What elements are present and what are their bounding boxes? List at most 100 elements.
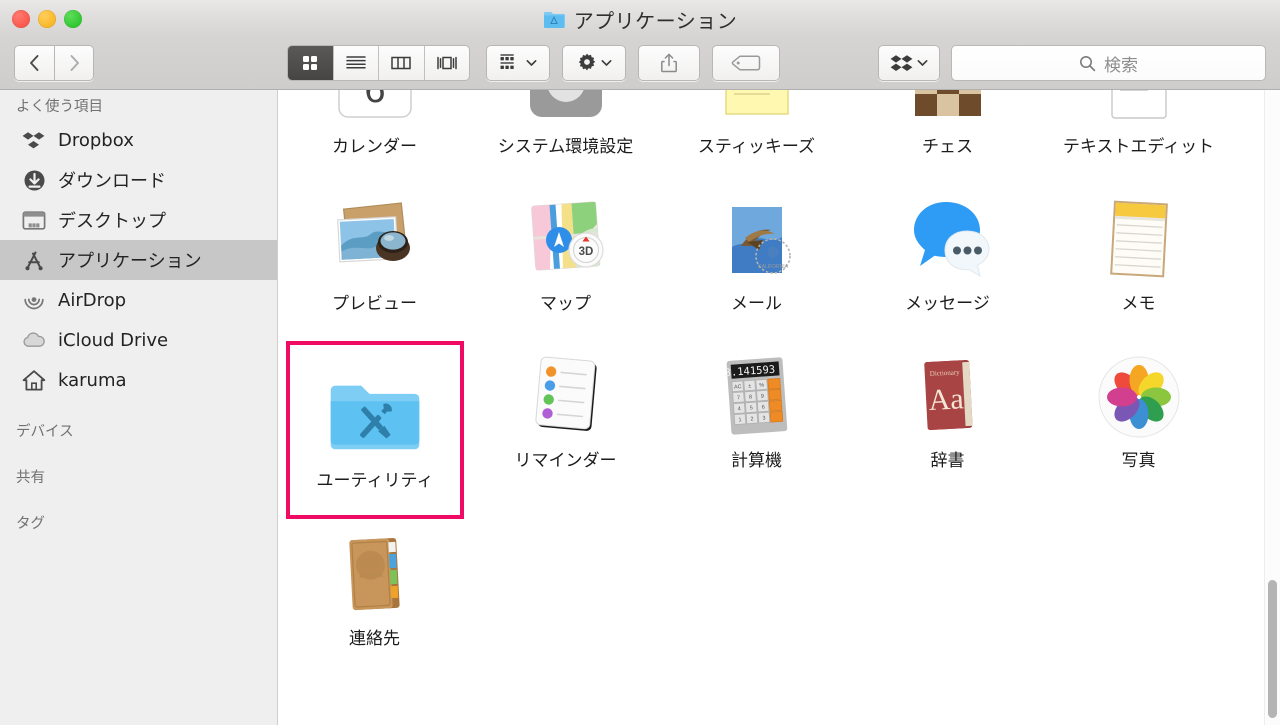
chevron-left-icon (30, 55, 39, 71)
file-item-label: ユーティリティ (316, 471, 434, 492)
sidebar-item-label: デスクトップ (58, 211, 166, 232)
file-item-label: プレビュー (332, 294, 417, 314)
svg-text:4: 4 (737, 406, 740, 412)
sidebar-section-devices: デバイス (16, 423, 74, 440)
home-icon (22, 368, 46, 392)
share-button[interactable] (638, 45, 700, 81)
chevron-down-icon (917, 60, 928, 66)
svg-text:±: ± (748, 383, 751, 389)
forward-button[interactable] (54, 45, 94, 81)
dropbox-toolbar-button[interactable] (878, 45, 940, 81)
minimize-window-button[interactable] (38, 10, 56, 28)
sidebar-item-applications[interactable]: アプリケーション (0, 240, 277, 280)
maps-app-icon: 3D (518, 192, 614, 288)
sidebar-item-airdrop[interactable]: AirDrop (0, 280, 277, 320)
action-menu-button[interactable] (562, 45, 626, 81)
file-item[interactable]: テキストエディット (1043, 90, 1234, 184)
chevron-down-icon (601, 60, 612, 66)
file-item-label: 写真 (1121, 451, 1156, 471)
icon-view-button[interactable] (288, 46, 334, 80)
file-item[interactable]: スティッキーズ (661, 90, 852, 184)
file-item[interactable]: 連絡先 (279, 519, 470, 676)
svg-text:7: 7 (736, 395, 739, 401)
file-item[interactable]: Dictionary Aa 辞書 (852, 341, 1043, 498)
svg-text:6: 6 (364, 90, 385, 111)
coverflow-view-button[interactable] (425, 46, 470, 80)
back-button[interactable] (14, 45, 54, 81)
preview-app-icon (327, 192, 423, 288)
file-item[interactable]: 3D マップ (470, 184, 661, 341)
sidebar-item-label: iCloud Drive (58, 329, 169, 351)
file-item[interactable]: チェス (852, 90, 1043, 184)
svg-text:6: 6 (761, 404, 764, 410)
sidebar-item-label: Dropbox (58, 129, 134, 151)
textedit-app-icon (1091, 90, 1187, 131)
maximize-window-button[interactable] (64, 10, 82, 28)
arrange-icon (500, 54, 514, 69)
downloads-icon (22, 168, 46, 192)
chevron-right-icon (70, 55, 79, 71)
file-item-label: マップ (540, 294, 591, 314)
view-mode-group (287, 45, 470, 81)
gear-icon (578, 53, 596, 71)
file-item[interactable]: リマインダー (470, 341, 661, 498)
chess-app-icon (900, 90, 996, 131)
file-item-label: チェス (922, 137, 973, 157)
sidebar-item-icloud-drive[interactable]: iCloud Drive (0, 320, 277, 360)
column-view-button[interactable] (379, 46, 425, 80)
grid-icon (303, 56, 318, 70)
file-item[interactable]: 写真 (1043, 341, 1234, 498)
file-item-label: カレンダー (332, 137, 417, 157)
dropbox-icon (890, 55, 913, 71)
dropbox-icon (22, 128, 46, 152)
file-item[interactable]: 3.141593 AC ± % 7 8 9 4 5 6 1 2 3 計算機 (661, 341, 852, 498)
file-item[interactable]: メモ (1043, 184, 1234, 341)
messages-app-icon (900, 192, 996, 288)
search-input[interactable]: 検索 (951, 45, 1266, 81)
svg-text:CALIFORNIA: CALIFORNIA (757, 264, 788, 270)
file-item-selected[interactable]: ユーティリティ (286, 341, 464, 519)
applications-folder-icon (543, 12, 565, 28)
vertical-scrollbar[interactable] (1264, 90, 1280, 725)
arrange-by-button[interactable] (486, 45, 550, 81)
mail-app-icon: CALIFORNIA (709, 192, 805, 288)
file-item-label: メモ (1121, 294, 1156, 314)
file-item[interactable]: CALIFORNIA メール (661, 184, 852, 341)
sidebar-item-dropbox[interactable]: Dropbox (0, 120, 277, 160)
desktop-icon (22, 208, 46, 232)
list-view-button[interactable] (334, 46, 379, 80)
file-item-label: 計算機 (731, 451, 782, 471)
svg-text:AC: AC (733, 384, 741, 391)
sidebar-item-desktop[interactable]: デスクトップ (0, 200, 277, 240)
dictionary-cover-title: Dictionary (929, 368, 960, 378)
file-item[interactable]: システム環境設定 (470, 90, 661, 184)
file-item-label: 連絡先 (349, 629, 400, 649)
tag-icon (731, 55, 761, 71)
sidebar-item-home[interactable]: karuma (0, 360, 277, 400)
file-grid: 6 カレンダー システム環境設定 スティッキーズ チェス テキストエディット プ… (279, 90, 1280, 676)
svg-text:9: 9 (760, 394, 763, 400)
sidebar: よく使う項目 Dropbox ダウンロード デスクトップ アプリケーション Ai… (0, 90, 278, 725)
maps-mode-label: 3D (578, 246, 593, 258)
title-bar: アプリケーション (0, 0, 1280, 38)
scrollbar-thumb[interactable] (1268, 580, 1277, 718)
file-item[interactable]: メッセージ (852, 184, 1043, 341)
file-grid-container: 6 カレンダー システム環境設定 スティッキーズ チェス テキストエディット プ… (279, 90, 1280, 725)
sidebar-section-favorites: よく使う項目 (16, 98, 103, 115)
coverflow-icon (437, 56, 457, 70)
file-item-label: リマインダー (514, 451, 617, 471)
close-window-button[interactable] (12, 10, 30, 28)
chevron-down-icon (526, 60, 537, 66)
toolbar: 検索 (0, 38, 1280, 90)
svg-text:2: 2 (750, 416, 753, 422)
photos-app-icon (1091, 349, 1187, 445)
dictionary-cover-letters: Aa (927, 382, 964, 417)
sidebar-item-downloads[interactable]: ダウンロード (0, 160, 277, 200)
file-item[interactable]: プレビュー (279, 184, 470, 341)
tag-button[interactable] (712, 45, 780, 81)
sidebar-section-shared: 共有 (16, 469, 45, 486)
file-item[interactable]: 6 カレンダー (279, 90, 470, 184)
file-item-label: 辞書 (930, 451, 965, 471)
svg-text:5: 5 (749, 405, 752, 411)
sidebar-item-label: karuma (58, 369, 127, 391)
